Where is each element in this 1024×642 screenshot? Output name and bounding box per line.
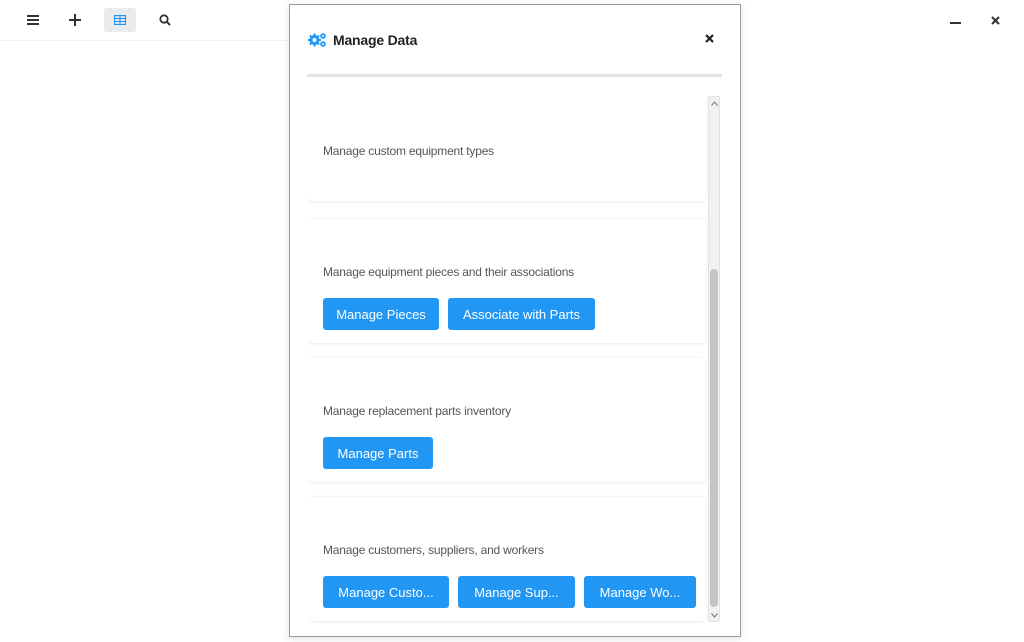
window-controls xyxy=(944,10,1006,30)
chevron-down-icon xyxy=(710,612,718,618)
table-view-button[interactable] xyxy=(104,8,136,32)
close-icon xyxy=(704,33,714,43)
vertical-scrollbar[interactable] xyxy=(708,96,720,622)
manage-pieces-button[interactable]: Manage Pieces xyxy=(323,298,439,330)
manage-suppliers-button[interactable]: Manage Sup... xyxy=(458,576,575,608)
chevron-up-icon xyxy=(710,100,718,106)
add-button[interactable] xyxy=(60,8,90,32)
header-divider xyxy=(307,74,722,77)
dialog-title: Manage Data xyxy=(333,32,418,48)
scrollbar-thumb[interactable] xyxy=(710,269,718,607)
search-button[interactable] xyxy=(150,8,180,32)
section-actions: Manage Pieces Associate with Parts xyxy=(323,298,595,330)
manage-workers-button[interactable]: Manage Wo... xyxy=(584,576,696,608)
section-description: Manage equipment pieces and their associ… xyxy=(323,265,574,279)
manage-data-dialog: Manage Data Manage custom equipment type… xyxy=(289,4,741,637)
section-actions: Manage Custo... Manage Sup... Manage Wo.… xyxy=(323,576,696,608)
manage-parts-button[interactable]: Manage Parts xyxy=(323,437,433,469)
search-icon xyxy=(159,14,171,26)
close-icon xyxy=(990,15,1000,25)
manage-customers-button[interactable]: Manage Custo... xyxy=(323,576,449,608)
scroll-up-button[interactable] xyxy=(709,97,719,109)
close-window-button[interactable] xyxy=(984,10,1006,30)
toolbar xyxy=(18,8,180,32)
dialog-close-button[interactable] xyxy=(700,29,718,47)
section-people: Manage customers, suppliers, and workers… xyxy=(308,497,706,621)
minimize-button[interactable] xyxy=(944,10,966,30)
scroll-down-button[interactable] xyxy=(709,609,719,621)
minimize-icon xyxy=(949,22,961,24)
background-divider xyxy=(0,40,288,41)
section-description: Manage replacement parts inventory xyxy=(323,404,511,418)
plus-icon xyxy=(69,14,81,26)
section-equipment-types: Manage custom equipment types xyxy=(308,95,706,201)
section-description: Manage customers, suppliers, and workers xyxy=(323,543,544,557)
menu-button[interactable] xyxy=(18,8,48,32)
table-icon xyxy=(114,15,126,25)
section-actions: Manage Parts xyxy=(323,437,433,469)
section-description: Manage custom equipment types xyxy=(323,144,494,158)
associate-with-parts-button[interactable]: Associate with Parts xyxy=(448,298,595,330)
cogs-icon xyxy=(308,33,326,47)
section-equipment-pieces: Manage equipment pieces and their associ… xyxy=(308,219,706,343)
dialog-header: Manage Data xyxy=(290,5,740,75)
dialog-scroll-area[interactable]: Manage custom equipment types Manage equ… xyxy=(308,95,708,625)
section-replacement-parts: Manage replacement parts inventory Manag… xyxy=(308,358,706,482)
hamburger-icon xyxy=(27,15,39,25)
